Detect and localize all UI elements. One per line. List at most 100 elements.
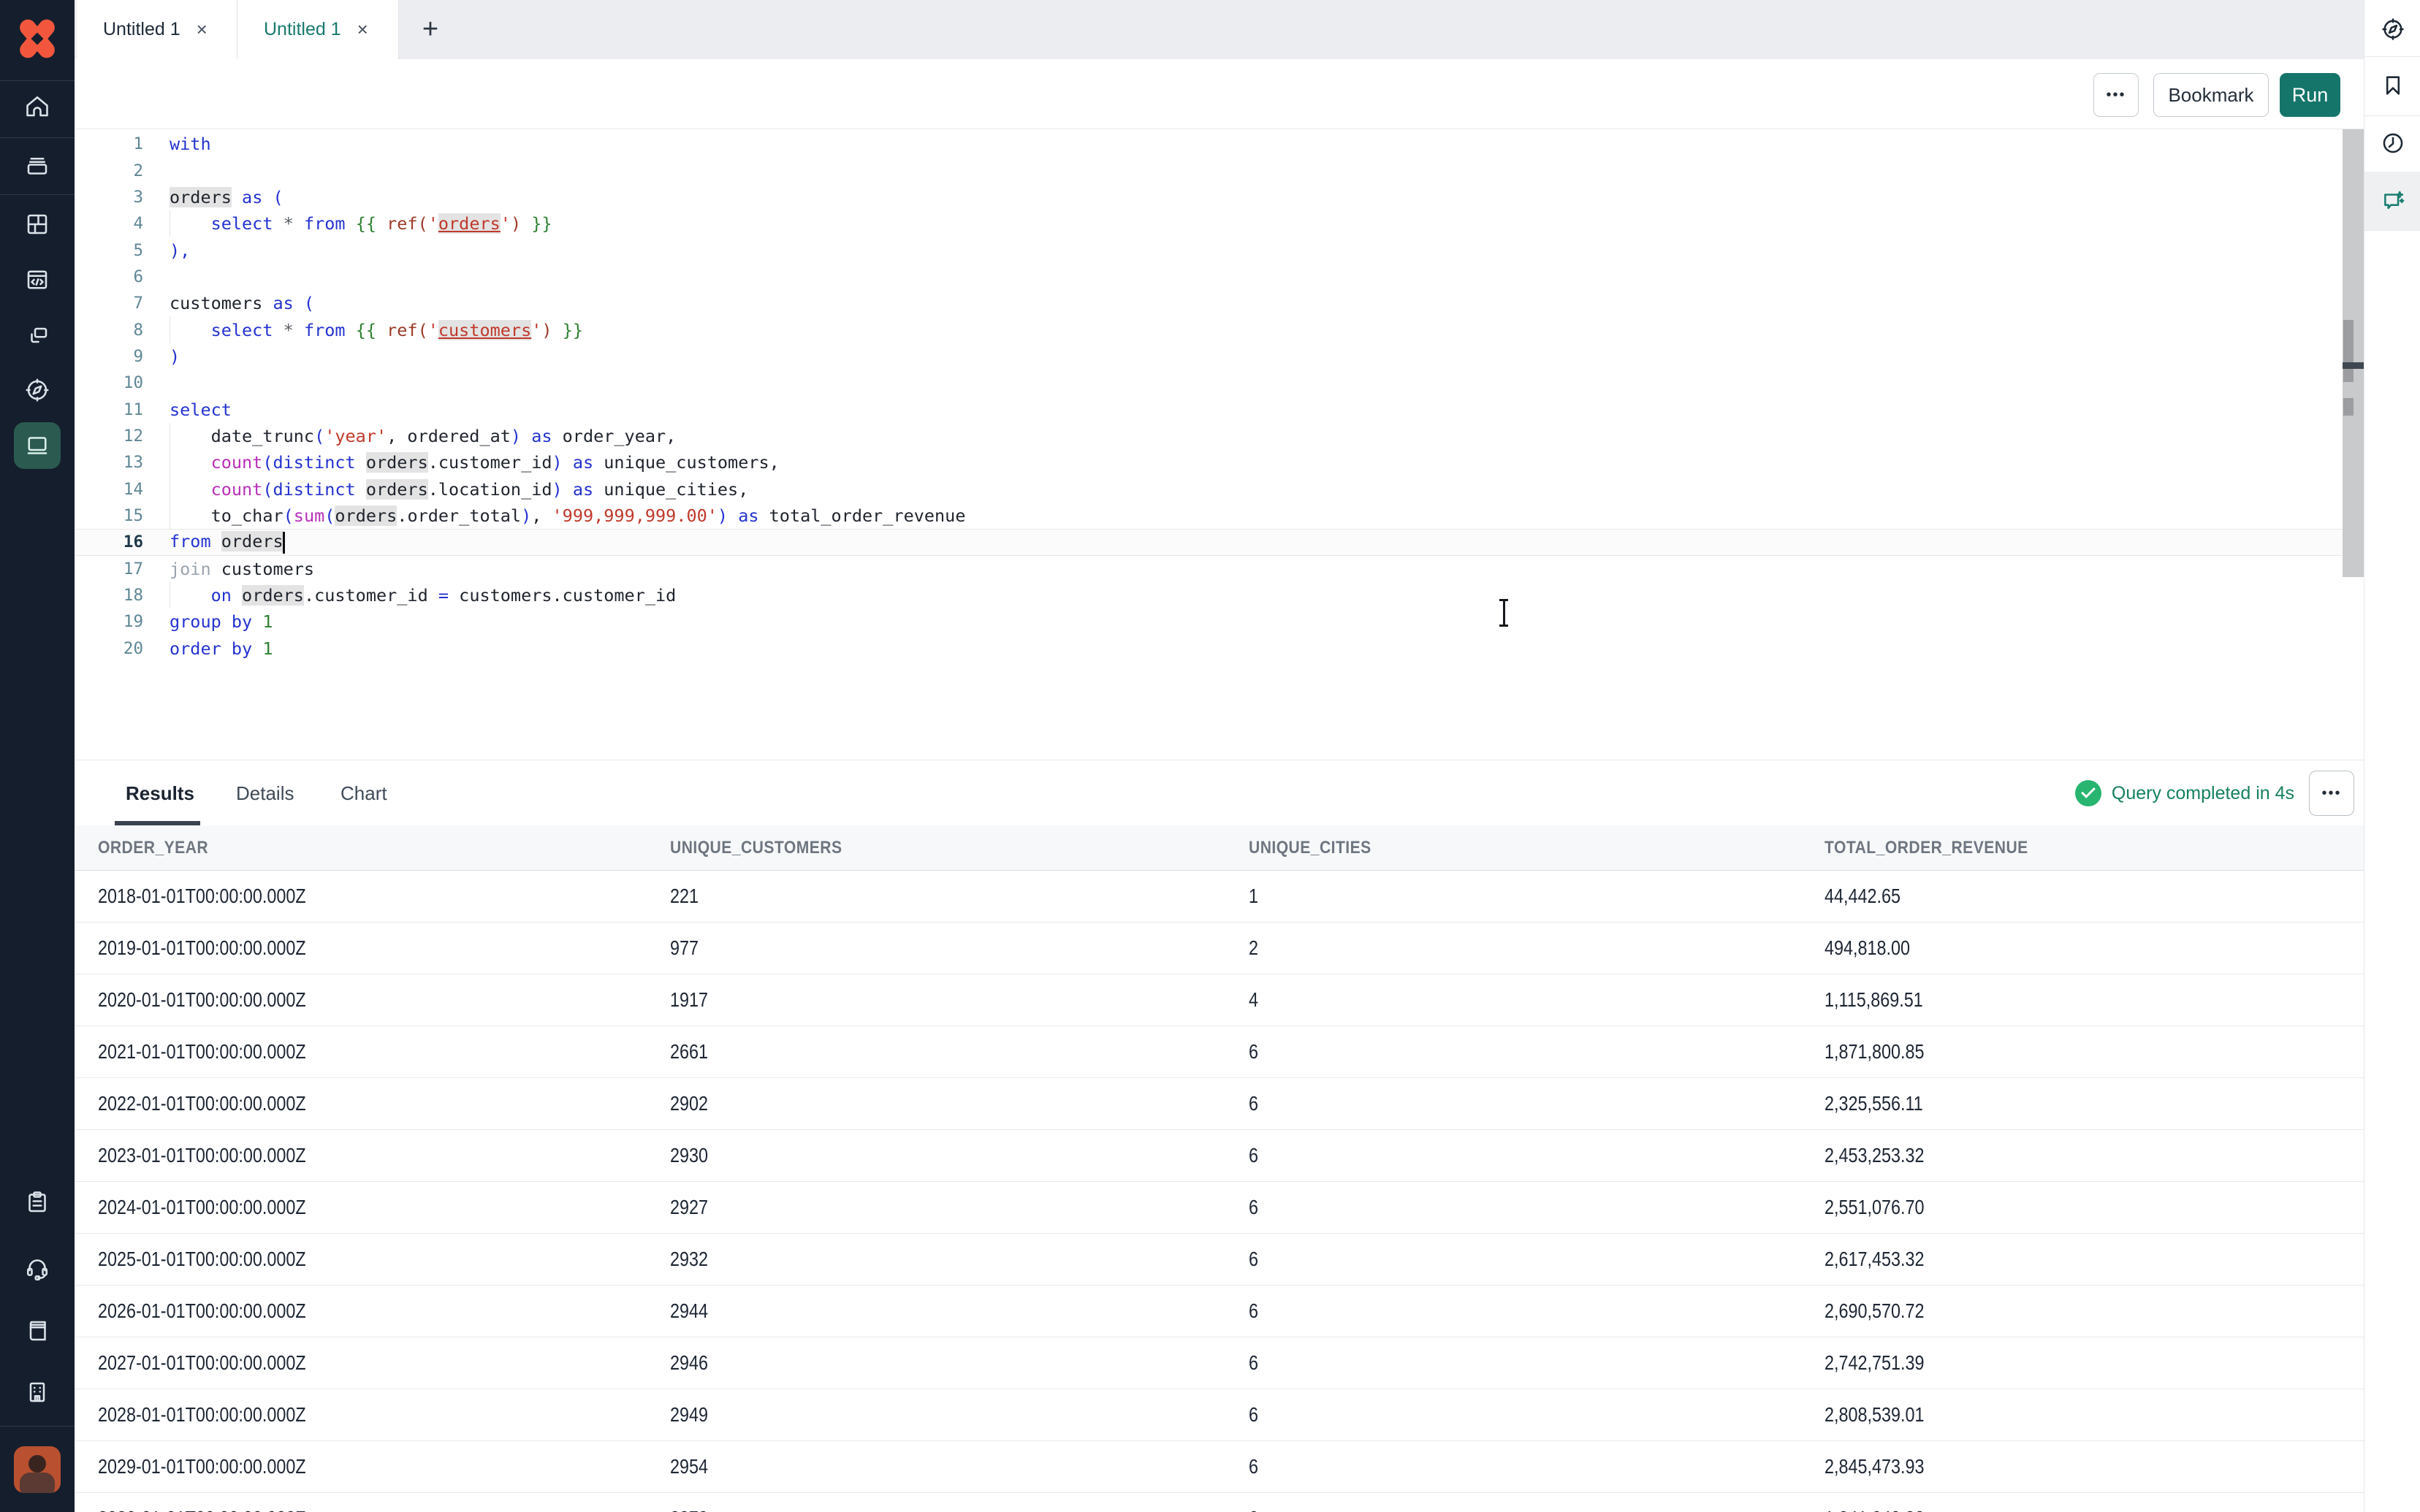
code-line[interactable]: 16from orders (75, 529, 2343, 555)
table-cell[interactable]: 494,818.00 (1824, 936, 2364, 960)
code-line[interactable]: 13 count(distinct orders.customer_id) as… (75, 449, 2343, 476)
explore-compass-icon[interactable] (2381, 17, 2405, 42)
table-row[interactable]: 2018-01-01T00:00:00.000Z221144,442.65 (75, 871, 2364, 923)
tab-untitled-1-active[interactable]: Untitled 1 × (237, 0, 399, 59)
tab-details[interactable]: Details (236, 760, 294, 826)
code-line[interactable]: 19group by 1 (75, 608, 2343, 635)
table-cell[interactable]: 977 (670, 936, 1249, 960)
more-options-button[interactable]: ••• (2093, 73, 2139, 117)
column-header[interactable]: UNIQUE_CITIES (1249, 838, 1824, 858)
table-cell[interactable]: 2 (1249, 936, 1824, 960)
table-cell[interactable]: 2949 (670, 1403, 1249, 1427)
table-cell[interactable]: 2022-01-01T00:00:00.000Z (98, 1092, 670, 1115)
table-cell[interactable]: 6 (1249, 1092, 1824, 1115)
code-line[interactable]: 6 (75, 264, 2343, 290)
table-cell[interactable]: 2,845,473.93 (1824, 1455, 2364, 1478)
hex-logo[interactable] (0, 0, 75, 75)
table-cell[interactable]: 2024-01-01T00:00:00.000Z (98, 1196, 670, 1219)
table-cell[interactable]: 2,551,076.70 (1824, 1196, 2364, 1219)
table-cell[interactable]: 6 (1249, 1403, 1824, 1427)
table-cell[interactable]: 2020-01-01T00:00:00.000Z (98, 988, 670, 1012)
column-header[interactable]: UNIQUE_CUSTOMERS (670, 838, 1249, 858)
editor-scrollbar[interactable] (2343, 129, 2364, 577)
results-more-button[interactable]: ••• (2309, 771, 2354, 816)
table-cell[interactable]: 6 (1249, 1248, 1824, 1271)
table-cell[interactable]: 2,690,570.72 (1824, 1299, 2364, 1323)
code-line[interactable]: 15 to_char(sum(orders.order_total), '999… (75, 503, 2343, 529)
table-cell[interactable]: 2927 (670, 1196, 1249, 1219)
code-line[interactable]: 8 select * from {{ ref('customers') }} (75, 316, 2343, 343)
support-headset-icon[interactable] (24, 1255, 50, 1281)
table-row[interactable]: 2022-01-01T00:00:00.000Z290262,325,556.1… (75, 1078, 2364, 1130)
code-line[interactable]: 9) (75, 343, 2343, 370)
code-line[interactable]: 18 on orders.customer_id = customers.cus… (75, 582, 2343, 608)
table-cell[interactable]: 1,841,049.32 (1824, 1507, 2364, 1512)
table-cell[interactable]: 2026-01-01T00:00:00.000Z (98, 1299, 670, 1323)
code-line[interactable]: 17join customers (75, 556, 2343, 582)
close-icon[interactable]: × (197, 18, 208, 41)
table-cell[interactable]: 6 (1249, 1351, 1824, 1375)
table-row[interactable]: 2021-01-01T00:00:00.000Z266161,871,800.8… (75, 1026, 2364, 1078)
table-cell[interactable]: 2028-01-01T00:00:00.000Z (98, 1403, 670, 1427)
code-line[interactable]: 3orders as ( (75, 184, 2343, 210)
table-cell[interactable]: 2018-01-01T00:00:00.000Z (98, 885, 670, 908)
table-cell[interactable]: 6 (1249, 1144, 1824, 1167)
computer-active-item[interactable] (14, 422, 61, 469)
table-cell[interactable]: 2930 (670, 1144, 1249, 1167)
code-line[interactable]: 10 (75, 370, 2343, 396)
table-cell[interactable]: 2019-01-01T00:00:00.000Z (98, 936, 670, 960)
table-cell[interactable]: 2902 (670, 1092, 1249, 1115)
table-cell[interactable]: 2661 (670, 1040, 1249, 1064)
column-header[interactable]: ORDER_YEAR (98, 838, 670, 858)
table-row[interactable]: 2026-01-01T00:00:00.000Z294462,690,570.7… (75, 1286, 2364, 1337)
apps-grid-icon[interactable] (24, 211, 50, 237)
table-row[interactable]: 2023-01-01T00:00:00.000Z293062,453,253.3… (75, 1130, 2364, 1182)
table-cell[interactable]: 2,453,253.32 (1824, 1144, 2364, 1167)
table-cell[interactable]: 2,325,556.11 (1824, 1092, 2364, 1115)
table-cell[interactable]: 2944 (670, 1299, 1249, 1323)
organization-building-icon[interactable] (24, 1379, 50, 1405)
table-cell[interactable]: 2030-01-01T00:00:00.000Z (98, 1507, 670, 1512)
tab-untitled-1[interactable]: Untitled 1 × (77, 0, 237, 59)
new-tab-button[interactable]: + (405, 0, 456, 59)
home-icon[interactable] (24, 93, 50, 120)
table-cell[interactable]: 221 (670, 885, 1249, 908)
table-cell[interactable]: 6 (1249, 1040, 1824, 1064)
table-row[interactable]: 2025-01-01T00:00:00.000Z293262,617,453.3… (75, 1234, 2364, 1286)
code-line[interactable]: 14 count(distinct orders.location_id) as… (75, 476, 2343, 502)
table-row[interactable]: 2030-01-01T00:00:00.000Z287961,841,049.3… (75, 1493, 2364, 1512)
ai-chat-active-item[interactable] (2364, 172, 2420, 230)
table-cell[interactable]: 2027-01-01T00:00:00.000Z (98, 1351, 670, 1375)
clipboard-icon[interactable] (24, 1189, 50, 1215)
table-row[interactable]: 2027-01-01T00:00:00.000Z294662,742,751.3… (75, 1337, 2364, 1389)
table-cell[interactable]: 2025-01-01T00:00:00.000Z (98, 1248, 670, 1271)
code-window-icon[interactable] (24, 267, 50, 293)
table-cell[interactable]: 4 (1249, 988, 1824, 1012)
history-clock-icon[interactable] (2381, 131, 2405, 156)
tab-results[interactable]: Results (126, 760, 194, 826)
table-cell[interactable]: 6 (1249, 1455, 1824, 1478)
code-line[interactable]: 2 (75, 157, 2343, 183)
code-line[interactable]: 4 select * from {{ ref('orders') }} (75, 210, 2343, 237)
bookmark-icon[interactable] (2381, 73, 2405, 98)
table-cell[interactable]: 2023-01-01T00:00:00.000Z (98, 1144, 670, 1167)
table-cell[interactable]: 2029-01-01T00:00:00.000Z (98, 1455, 670, 1478)
windows-icon[interactable] (24, 322, 50, 348)
table-cell[interactable]: 2021-01-01T00:00:00.000Z (98, 1040, 670, 1064)
table-cell[interactable]: 44,442.65 (1824, 885, 2364, 908)
table-cell[interactable]: 2,617,453.32 (1824, 1248, 2364, 1271)
table-row[interactable]: 2028-01-01T00:00:00.000Z294962,808,539.0… (75, 1389, 2364, 1441)
scrollbar-thumb[interactable] (2343, 320, 2354, 382)
bookmark-button[interactable]: Bookmark (2153, 73, 2269, 117)
close-icon[interactable]: × (357, 18, 368, 41)
code-line[interactable]: 12 date_trunc('year', ordered_at) as ord… (75, 423, 2343, 449)
code-line[interactable]: 1with (75, 131, 2343, 157)
table-cell[interactable]: 6 (1249, 1196, 1824, 1219)
code-line[interactable]: 5), (75, 237, 2343, 263)
docs-book-icon[interactable] (24, 1318, 50, 1344)
table-cell[interactable]: 2,808,539.01 (1824, 1403, 2364, 1427)
table-cell[interactable]: 6 (1249, 1299, 1824, 1323)
sql-editor[interactable]: 1with23orders as (4 select * from {{ ref… (75, 129, 2343, 759)
table-row[interactable]: 2020-01-01T00:00:00.000Z191741,115,869.5… (75, 974, 2364, 1026)
table-cell[interactable]: 1917 (670, 988, 1249, 1012)
